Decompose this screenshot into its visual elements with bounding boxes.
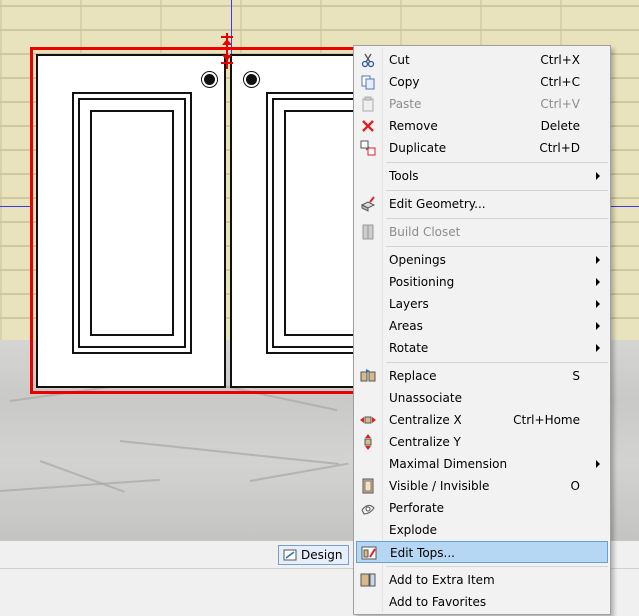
design-button[interactable]: Design (278, 545, 350, 565)
menu-item-perforate[interactable]: Perforate (356, 497, 608, 519)
menu-item-shortcut: Ctrl+Home (513, 413, 580, 427)
menu-item-label: Add to Extra Item (389, 573, 495, 587)
menu-item-label: Remove (389, 119, 438, 133)
menu-item-visible-invisible[interactable]: Visible / Invisible O (356, 475, 608, 497)
menu-item-label: Perforate (389, 501, 445, 515)
horizontal-axis-line-left (0, 206, 32, 207)
move-handle-icon[interactable] (219, 33, 235, 69)
menu-item-label: Paste (389, 97, 422, 111)
menu-separator (386, 190, 608, 191)
duplicate-icon (360, 140, 376, 156)
menu-item-duplicate[interactable]: Duplicate Ctrl+D (356, 137, 608, 159)
menu-item-tools[interactable]: Tools (356, 165, 608, 187)
menu-item-label: Copy (389, 75, 420, 89)
design-button-label: Design (301, 548, 343, 562)
menu-item-shortcut: Ctrl+D (539, 141, 580, 155)
menu-item-centralize-x[interactable]: Centralize X Ctrl+Home (356, 409, 608, 431)
menu-item-label: Areas (389, 319, 423, 333)
design-icon (283, 549, 297, 561)
menu-item-shortcut: S (572, 369, 580, 383)
paste-icon (362, 96, 374, 112)
submenu-arrow-icon (596, 256, 600, 264)
menu-item-label: Replace (389, 369, 437, 383)
menu-item-shortcut: Delete (540, 119, 580, 133)
menu-item-unassociate[interactable]: Unassociate (356, 387, 608, 409)
edit-tops-icon (361, 546, 377, 560)
horizontal-axis-line-right (610, 206, 639, 207)
closet-icon (362, 224, 374, 240)
menu-item-label: Add to Favorites (389, 595, 487, 609)
door-panel-inner-left (90, 110, 174, 336)
menu-item-edit-tops[interactable]: Edit Tops... (356, 541, 608, 563)
menu-separator (386, 362, 608, 363)
visibility-icon (362, 478, 374, 494)
menu-item-shortcut: Ctrl+V (540, 97, 580, 111)
menu-item-label: Edit Tops... (390, 546, 455, 560)
menu-item-shortcut: O (570, 479, 580, 493)
menu-separator (386, 162, 608, 163)
menu-item-label: Visible / Invisible (389, 479, 490, 493)
menu-item-label: Openings (389, 253, 446, 267)
menu-item-label: Maximal Dimension (389, 457, 508, 471)
menu-item-openings[interactable]: Openings (356, 249, 608, 271)
menu-item-label: Unassociate (389, 391, 462, 405)
menu-separator (386, 218, 608, 219)
selected-cabinet[interactable] (30, 47, 366, 394)
menu-separator (386, 566, 608, 567)
menu-item-label: Positioning (389, 275, 455, 289)
menu-item-label: Centralize Y (389, 435, 461, 449)
centralize-x-icon (360, 416, 376, 424)
menu-item-layers[interactable]: Layers (356, 293, 608, 315)
submenu-arrow-icon (596, 460, 600, 468)
menu-item-maximal-dimension[interactable]: Maximal Dimension (356, 453, 608, 475)
menu-item-shortcut: Ctrl+X (540, 53, 580, 67)
submenu-arrow-icon (596, 278, 600, 286)
menu-item-cut[interactable]: Cut Ctrl+X (356, 49, 608, 71)
menu-item-build-closet[interactable]: Build Closet (356, 221, 608, 243)
menu-item-add-favorites[interactable]: Add to Favorites (356, 591, 608, 613)
edit-geometry-icon (360, 196, 376, 212)
menu-item-label: Duplicate (389, 141, 447, 155)
menu-item-label: Edit Geometry... (389, 197, 486, 211)
door-knob-right (244, 72, 259, 87)
remove-x-icon (362, 120, 374, 132)
menu-item-add-extra-item[interactable]: Add to Extra Item (356, 569, 608, 591)
context-menu: Cut Ctrl+X Copy Ctrl+C Paste Ctrl+V Remo… (353, 45, 611, 615)
menu-item-centralize-y[interactable]: Centralize Y (356, 431, 608, 453)
menu-item-positioning[interactable]: Positioning (356, 271, 608, 293)
menu-item-label: Rotate (389, 341, 429, 355)
submenu-arrow-icon (596, 344, 600, 352)
menu-item-explode[interactable]: Explode (356, 519, 608, 541)
cabinet-door-right[interactable] (230, 54, 366, 388)
submenu-arrow-icon (596, 172, 600, 180)
scissors-icon (361, 53, 375, 68)
submenu-arrow-icon (596, 300, 600, 308)
menu-item-label: Build Closet (389, 225, 461, 239)
centralize-y-icon (364, 434, 372, 450)
menu-item-label: Tools (389, 169, 419, 183)
cabinet-door-left[interactable] (36, 54, 226, 388)
menu-item-shortcut: Ctrl+C (540, 75, 580, 89)
menu-item-label: Centralize X (389, 413, 462, 427)
extra-item-icon (360, 573, 376, 587)
menu-item-areas[interactable]: Areas (356, 315, 608, 337)
replace-icon (360, 369, 376, 382)
menu-item-replace[interactable]: Replace S (356, 365, 608, 387)
door-knob-left (202, 72, 217, 87)
menu-item-copy[interactable]: Copy Ctrl+C (356, 71, 608, 93)
menu-item-rotate[interactable]: Rotate (356, 337, 608, 359)
copy-icon (361, 75, 375, 90)
menu-item-remove[interactable]: Remove Delete (356, 115, 608, 137)
menu-item-label: Cut (389, 53, 410, 67)
menu-item-label: Layers (389, 297, 429, 311)
menu-item-paste[interactable]: Paste Ctrl+V (356, 93, 608, 115)
menu-item-label: Explode (389, 523, 437, 537)
submenu-arrow-icon (596, 322, 600, 330)
menu-separator (386, 246, 608, 247)
menu-item-edit-geometry[interactable]: Edit Geometry... (356, 193, 608, 215)
perforate-icon (361, 504, 375, 515)
